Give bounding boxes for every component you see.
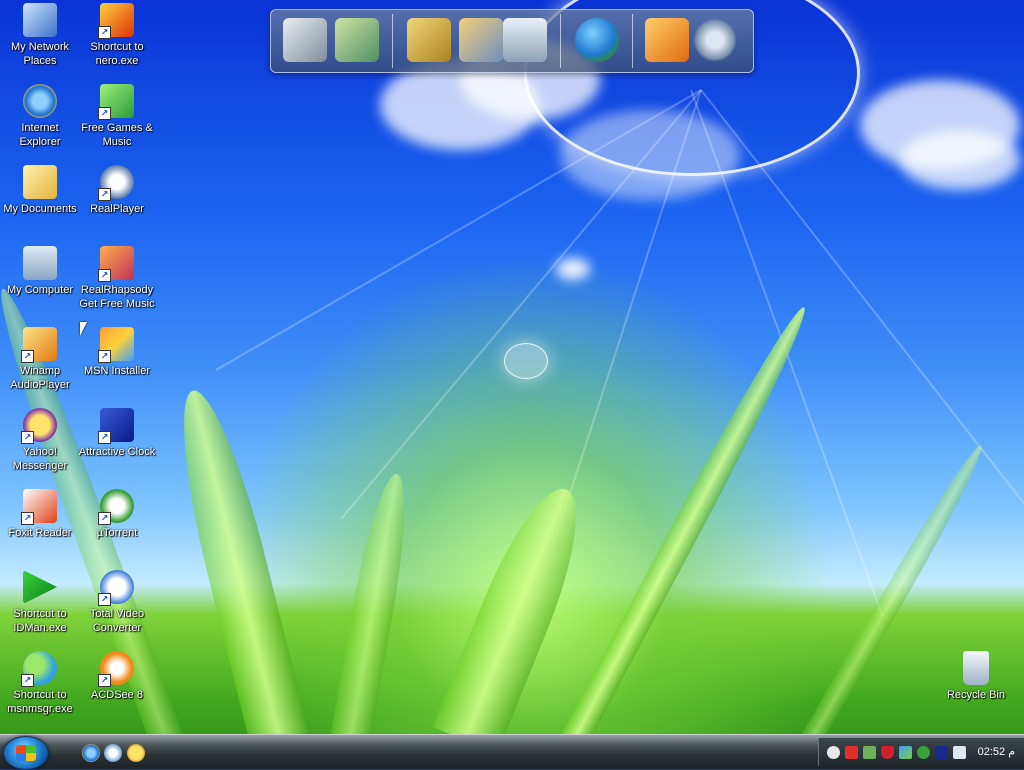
desktop-icon-label: RealPlayer [90,203,144,215]
desktop-icon-label: RealRhapsody Get Free Music [79,284,155,310]
desktop-icon-recycle-bin[interactable]: Recycle Bin [936,651,1016,702]
desktop-icon-label: ACDSee 8 [91,689,143,701]
desktop-icon-msnmsgr[interactable]: ↗ Shortcut to msnmsgr.exe [0,651,80,716]
quick-launch-msn-messenger-icon[interactable] [104,744,122,762]
folder-icon[interactable] [407,18,451,62]
desktop-icon-label: Yahoo! Messenger [12,446,68,472]
desktop-icon-free-games-music[interactable]: ↗ Free Games & Music [77,84,157,149]
system-tray: 02:52 م [818,738,1024,766]
desktop-icon-label: Shortcut to nero.exe [90,41,144,67]
hard-drive-icon[interactable] [283,18,327,62]
network-places-icon [23,3,57,37]
desktop-icon-my-computer[interactable]: My Computer [0,246,80,297]
nero-flame-icon: ↗ [98,3,134,39]
shortcut-arrow-icon: ↗ [98,188,111,201]
desktop-icon-internet-explorer[interactable]: Internet Explorer [0,84,80,149]
desktop-icon-label: Foxit Reader [8,527,72,539]
shortcut-arrow-icon: ↗ [21,674,34,687]
dock-separator [560,14,561,68]
desktop-icon-label: Winamp AudioPlayer [10,365,70,391]
documents-folder-icon[interactable] [335,18,379,62]
security-shield-icon[interactable] [881,746,894,759]
desktop-icon-label: µTorrent [96,527,138,539]
start-button[interactable] [3,736,49,770]
dock-separator [392,14,393,68]
desktop-icon-label: My Computer [6,284,74,296]
dock-bar [270,9,754,73]
desktop-icon-foxit-reader[interactable]: ↗ Foxit Reader [0,489,80,540]
desktop-icon-utorrent[interactable]: ↗ µTorrent [77,489,157,540]
language-tray-icon[interactable] [935,746,948,759]
desktop-icon-msn-installer[interactable]: ↗ MSN Installer [77,327,157,378]
shortcut-arrow-icon: ↗ [98,431,111,444]
msn-butterfly-icon: ↗ [98,327,134,363]
shortcut-arrow-icon: ↗ [21,431,34,444]
acdsee-icon: ↗ [98,651,134,687]
foxit-reader-icon: ↗ [21,489,57,525]
shortcut-arrow-icon: ↗ [98,593,111,606]
desktop-icon-label: Attractive Clock [78,446,156,458]
recycle-bin-icon [963,651,989,685]
pictures-icon[interactable] [459,18,503,62]
gift-box-icon: ↗ [98,84,134,120]
desktop-icon-acdsee[interactable]: ↗ ACDSee 8 [77,651,157,702]
computer-icon [23,246,57,280]
documents-folder-icon [23,165,57,199]
desktop-icon-my-network-places[interactable]: My Network Places [0,3,80,68]
realplayer-icon: ↗ [98,165,134,201]
shortcut-arrow-icon: ↗ [98,107,111,120]
desktop-icon-attractive-clock[interactable]: ↗ Attractive Clock [77,408,157,459]
network-tray-icon[interactable] [863,746,876,759]
yahoo-messenger-icon: ↗ [21,408,57,444]
desktop-icon-winamp[interactable]: ↗ Winamp AudioPlayer [0,327,80,392]
winamp-icon: ↗ [21,327,57,363]
desktop-icon-total-video-converter[interactable]: ↗ Total Video Converter [77,570,157,635]
idm-arrow-icon [23,570,57,604]
quick-launch-yahoo-messenger-icon[interactable] [127,744,145,762]
globe-icon[interactable] [575,18,619,62]
msn-messenger-icon: ↗ [21,651,57,687]
shortcut-arrow-icon: ↗ [98,269,111,282]
torrent-tray-icon[interactable] [917,746,930,759]
shortcut-arrow-icon: ↗ [98,350,111,363]
clock-icon: ↗ [98,408,134,444]
rhapsody-icon: ↗ [98,246,134,282]
desktop-icon-label: Shortcut to IDMan.exe [13,608,67,634]
desktop-icon-label: Shortcut to msnmsgr.exe [7,689,73,715]
shortcut-arrow-icon: ↗ [21,512,34,525]
quick-launch-internet-explorer-icon[interactable] [82,744,100,762]
desktop-icon-yahoo-messenger[interactable]: ↗ Yahoo! Messenger [0,408,80,473]
desktop-icon-realplayer[interactable]: ↗ RealPlayer [77,165,157,216]
desktop-icon-label: Total Video Converter [89,608,145,634]
settings-gear-icon[interactable] [693,18,737,62]
mouse-cursor-icon [80,322,87,336]
desktop-icon-label: Recycle Bin [946,689,1006,701]
shortcut-arrow-icon: ↗ [98,674,111,687]
internet-explorer-icon [23,84,57,118]
desktop-icon-label: My Documents [3,203,77,215]
shortcut-arrow-icon: ↗ [21,350,34,363]
taskbar-clock[interactable]: 02:52 م [978,745,1015,758]
shortcut-arrow-icon: ↗ [98,26,111,39]
msn-tray-icon[interactable] [899,746,912,759]
desktop-icon-nero[interactable]: ↗ Shortcut to nero.exe [77,3,157,68]
desktop-icon-label: MSN Installer [83,365,151,377]
desktop-icon-label: My Network Places [10,41,70,67]
desktop-icon-realrhapsody[interactable]: ↗ RealRhapsody Get Free Music [77,246,157,311]
desktop-icon-label: Internet Explorer [19,122,61,148]
dock-separator [632,14,633,68]
windows-logo-icon [16,745,36,761]
video-converter-icon: ↗ [98,570,134,606]
shortcut-arrow-icon: ↗ [98,512,111,525]
desktop-icon-my-documents[interactable]: My Documents [0,165,80,216]
media-player-icon[interactable] [645,18,689,62]
desktop-icon-idman[interactable]: Shortcut to IDMan.exe [0,570,80,635]
device-tray-icon[interactable] [953,746,966,759]
antivirus-tray-icon[interactable] [845,746,858,759]
desktop-icon-label: Free Games & Music [81,122,153,148]
yahoo-tray-icon[interactable] [827,746,840,759]
trash-icon[interactable] [503,18,547,62]
utorrent-icon: ↗ [98,489,134,525]
